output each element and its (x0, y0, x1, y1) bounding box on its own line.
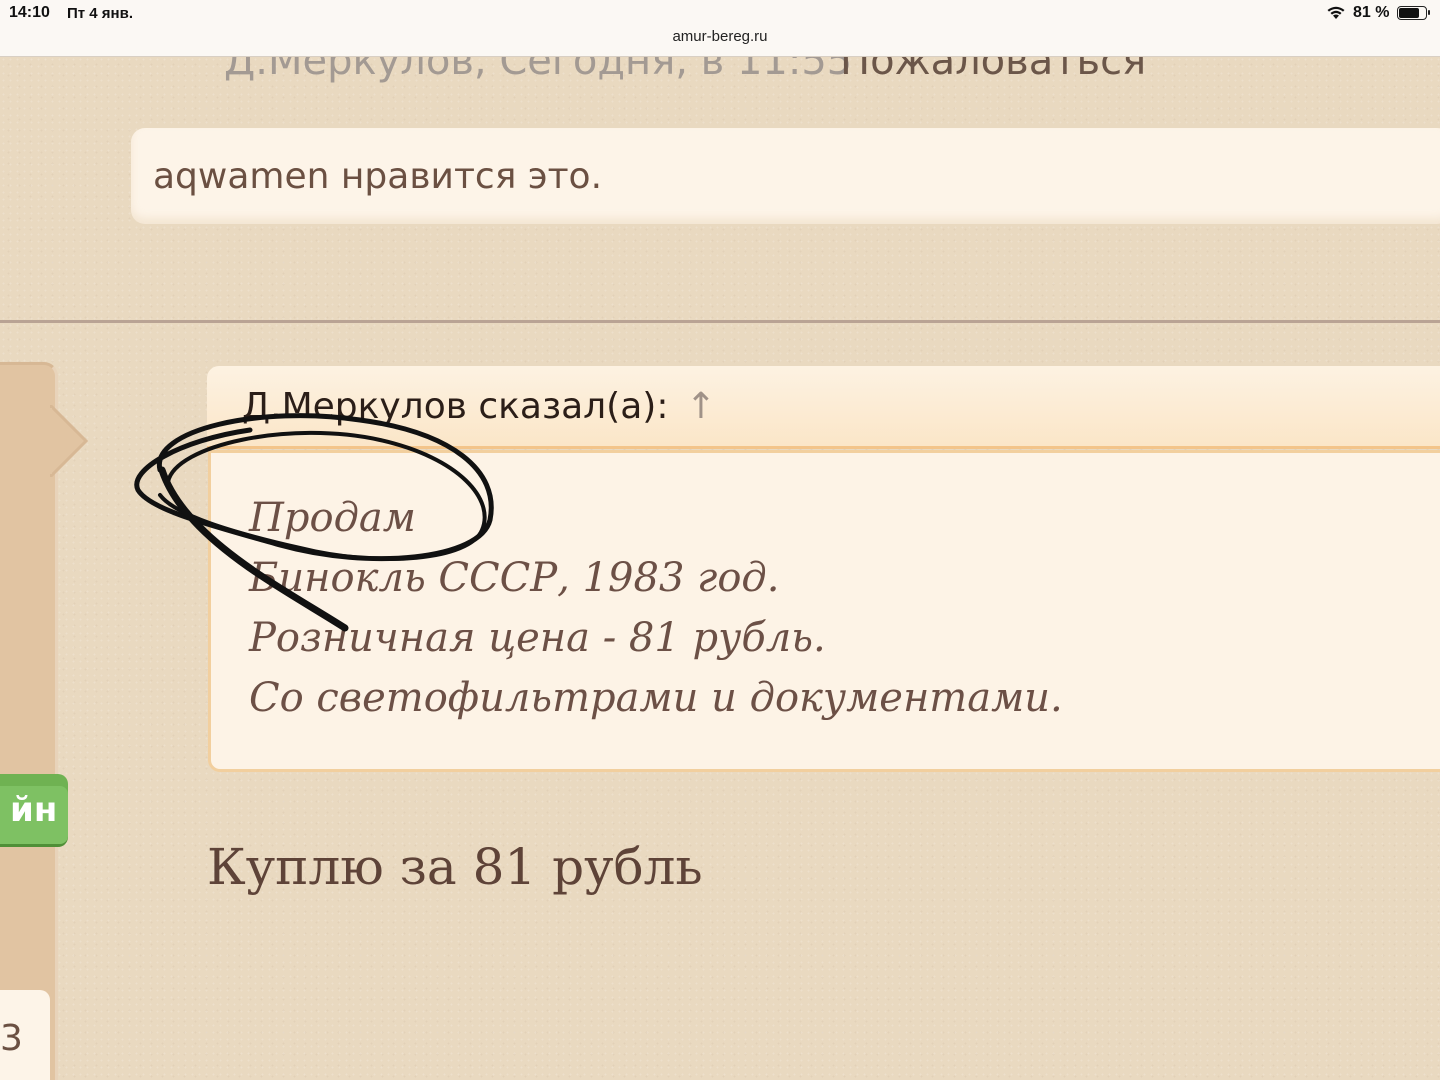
likes-text[interactable]: aqwamen нравится это. (153, 156, 602, 197)
status-bar: 14:10 Пт 4 янв. amur-bereg.ru 81 % (0, 0, 1440, 57)
message-counter: 3 (0, 1018, 23, 1059)
quote-jump-arrow[interactable]: ↑ (686, 386, 716, 427)
online-label: йн (10, 790, 58, 830)
quote-header: Д.Меркулов сказал(а): ↑ (207, 366, 1440, 449)
wifi-icon (1327, 6, 1345, 19)
quote-author-label: Д.Меркулов сказал(а): (242, 386, 669, 427)
quote-body: Продам Бинокль СССР, 1983 год. Розничная… (208, 450, 1440, 772)
address-bar-url[interactable]: amur-bereg.ru (0, 28, 1440, 45)
battery-percent: 81 % (1353, 4, 1390, 21)
status-date: Пт 4 янв. (67, 5, 134, 22)
likes-summary: aqwamen нравится это. (131, 128, 1440, 224)
quote-line: Со светофильтрами и документами. (249, 675, 1063, 721)
reply-text: Куплю за 81 рубль (207, 838, 703, 896)
quote-line: Розничная цена - 81 рубль. (249, 615, 826, 661)
quote-author: Д.Меркулов сказал(а): ↑ (242, 386, 716, 427)
status-time: 14:10 (9, 4, 50, 21)
quote-line: Бинокль СССР, 1983 год. (249, 555, 780, 601)
sidebar-pointer-arrow (50, 405, 89, 477)
post-divider (0, 320, 1440, 323)
quote-line: Продам (249, 495, 416, 541)
battery-icon (1397, 6, 1430, 20)
